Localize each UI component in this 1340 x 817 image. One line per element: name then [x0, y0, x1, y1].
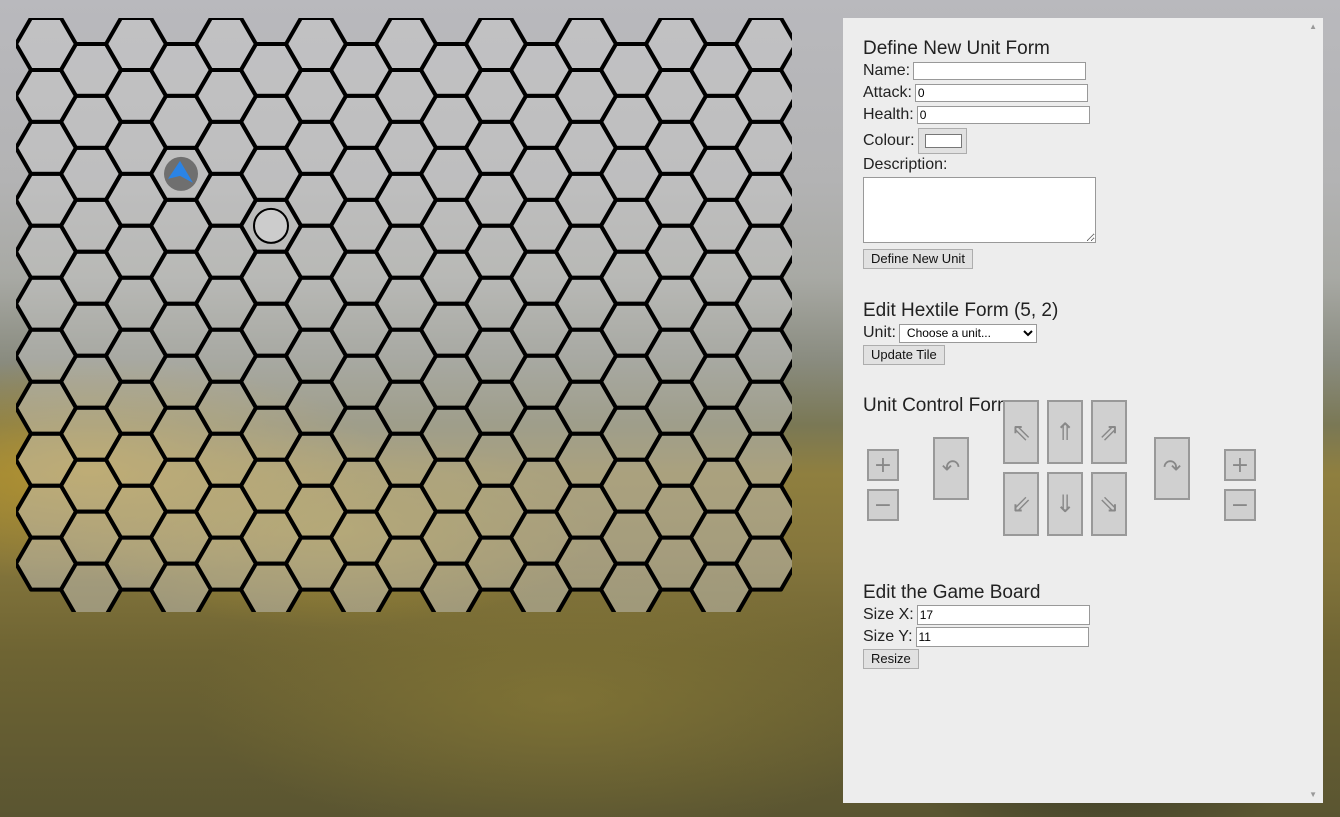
- hex-tile[interactable]: [734, 18, 796, 72]
- move-down-left-button[interactable]: ⇙: [1003, 472, 1039, 536]
- zoom-in-right-button[interactable]: +: [1224, 449, 1256, 481]
- define-new-unit-button[interactable]: Define New Unit: [863, 249, 973, 269]
- resize-button[interactable]: Resize: [863, 649, 919, 669]
- hex-game-board[interactable]: [0, 0, 800, 620]
- zoom-out-left-button[interactable]: −: [867, 489, 899, 521]
- colour-label: Colour:: [863, 132, 915, 149]
- define-unit-form: Define New Unit Form Name: Attack: Healt…: [863, 38, 1303, 269]
- size-x-label: Size X:: [863, 606, 914, 623]
- hex-tile[interactable]: [734, 535, 796, 592]
- unit-description-textarea[interactable]: [863, 177, 1096, 243]
- unit-select-label: Unit:: [863, 324, 896, 341]
- unit-attack-input[interactable]: [914, 84, 1088, 102]
- move-down-right-button[interactable]: ⇘: [1091, 472, 1127, 536]
- hex-tile[interactable]: [734, 483, 796, 540]
- move-up-button[interactable]: ⇑: [1047, 400, 1083, 464]
- hex-tile[interactable]: [734, 223, 796, 280]
- scroll-down-arrow-icon[interactable]: ▼: [1309, 790, 1317, 799]
- move-down-button[interactable]: ⇓: [1047, 472, 1083, 536]
- unit-select[interactable]: Choose a unit...: [898, 323, 1037, 343]
- move-up-left-button[interactable]: ⇖: [1003, 400, 1039, 464]
- move-up-right-button[interactable]: ⇗: [1091, 400, 1127, 464]
- unit-control-form: Unit Control Form + − ↶ ⇖ ⇑ ⇗ ⇙ ⇓ ⇘ ↷ + …: [863, 395, 1303, 573]
- edit-board-title: Edit the Game Board: [863, 582, 1041, 603]
- size-y-label: Size Y:: [863, 628, 913, 645]
- hex-tile[interactable]: [734, 68, 796, 124]
- hex-tile[interactable]: [734, 171, 796, 228]
- unit-name-input[interactable]: [913, 62, 1087, 80]
- rotate-left-button[interactable]: ↶: [933, 437, 969, 500]
- edit-hextile-title: Edit Hextile Form (5, 2): [863, 300, 1059, 321]
- size-y-input[interactable]: [915, 627, 1089, 647]
- colour-swatch: [924, 134, 962, 148]
- update-tile-button[interactable]: Update Tile: [863, 345, 945, 365]
- hex-tile[interactable]: [734, 327, 796, 384]
- scroll-up-arrow-icon[interactable]: ▲: [1309, 22, 1317, 31]
- zoom-out-right-button[interactable]: −: [1224, 489, 1256, 521]
- health-label: Health:: [863, 106, 914, 123]
- attack-label: Attack:: [863, 84, 912, 101]
- rotate-right-button[interactable]: ↷: [1154, 437, 1190, 500]
- hex-tile[interactable]: [734, 379, 796, 436]
- editor-side-panel: ▲ ▼ Define New Unit Form Name: Attack: H…: [843, 18, 1323, 803]
- description-label: Description:: [863, 156, 948, 173]
- unit-control-title: Unit Control Form: [863, 395, 1013, 416]
- name-label: Name:: [863, 62, 911, 79]
- hex-tile[interactable]: [734, 275, 796, 332]
- unit-colour-picker[interactable]: [917, 128, 967, 154]
- define-unit-title: Define New Unit Form: [863, 38, 1050, 59]
- hex-tile[interactable]: [734, 431, 796, 488]
- zoom-in-left-button[interactable]: +: [867, 449, 899, 481]
- hex-tile[interactable]: [734, 119, 796, 176]
- unit-health-input[interactable]: [916, 106, 1090, 124]
- edit-hextile-form: Edit Hextile Form (5, 2) Unit: Choose a …: [863, 300, 1303, 365]
- unit-token-circle[interactable]: [253, 207, 289, 244]
- edit-board-form: Edit the Game Board Size X: Size Y: Resi…: [863, 582, 1303, 669]
- size-x-input[interactable]: [916, 605, 1090, 625]
